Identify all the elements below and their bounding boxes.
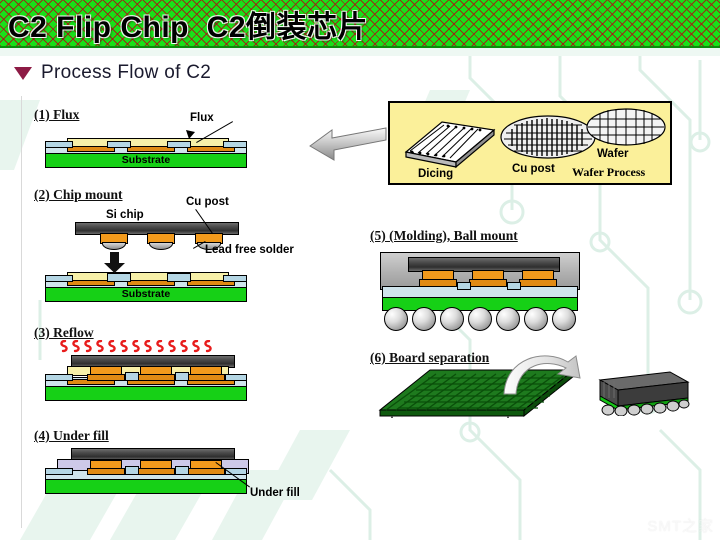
slide-title-bar: C2 Flip Chip C2倒装芯片: [0, 0, 720, 48]
step-4-joint: [137, 468, 175, 475]
step-5-label: (5) (Molding), Ball mount: [370, 228, 518, 243]
step-5-joint: [519, 279, 557, 287]
step-1-figure: Substrate: [45, 138, 247, 168]
step-2-flux-layer: [67, 272, 229, 281]
step-1-pad: [107, 141, 131, 148]
step-4-label: (4) Under fill: [34, 428, 109, 443]
step-5-solder-ball: [552, 307, 576, 331]
step-1-arrowhead: [186, 130, 195, 139]
step-2-annotation-cu-post: Cu post: [186, 196, 229, 208]
step-2-label: (2) Chip mount: [34, 187, 123, 202]
step-5-solder-ball: [496, 307, 520, 331]
step-4-pad: [45, 468, 73, 475]
wafer-process-item-dicing: Dicing: [418, 168, 454, 180]
step-6-transfer-arrow-icon: [503, 355, 581, 395]
step-5-pad: [507, 282, 521, 290]
step-2-pad: [107, 273, 131, 282]
step-1-flux-layer: [67, 138, 229, 147]
step-1-annotation-flux: Flux: [190, 112, 214, 124]
step-4-annotation-under-fill: Under fill: [250, 487, 300, 499]
wafer-process-item-wafer: Wafer: [597, 148, 629, 160]
step-2-substrate-figure: Substrate: [45, 272, 247, 302]
step-5-figure: [380, 252, 580, 331]
step-6-singulated-package: [598, 371, 690, 416]
slide-title-english: C2 Flip Chip: [8, 11, 189, 44]
step-1-substrate: Substrate: [45, 152, 247, 168]
step-5-solder-resist: [382, 286, 578, 298]
step-3-joint: [137, 374, 175, 381]
step-3-figure: [45, 355, 247, 401]
step-1-pad: [45, 141, 73, 148]
step-4-joint: [187, 468, 225, 475]
step-3-joint: [87, 374, 125, 381]
step-5-solder-ball: [440, 307, 464, 331]
step-4-pad: [175, 466, 189, 475]
step-3-pad: [175, 372, 189, 381]
step-3-pad: [45, 374, 73, 381]
step-2-lead-free-solder: [102, 242, 126, 250]
step-5-joint: [419, 279, 457, 287]
step-1-pad: [223, 141, 247, 148]
wafer-process-item-cu-post: Cu post: [512, 163, 555, 175]
section-heading-label: Process Flow of C2: [41, 62, 212, 83]
step-3-label: (3) Reflow: [34, 325, 94, 340]
step-2-pad: [45, 275, 73, 282]
slide-title-chinese: C2倒装芯片: [206, 11, 369, 44]
wafer-to-flux-arrow-icon: [309, 127, 387, 161]
wafer-icon: [586, 108, 666, 146]
step-2-down-arrow-icon: [104, 252, 125, 273]
wafer-process-box-title: Wafer Process: [572, 165, 646, 179]
step-4-substrate: [45, 478, 247, 494]
step-6-label: (6) Board separation: [370, 350, 490, 365]
step-4-figure: [45, 448, 255, 494]
step-3-pad: [125, 372, 139, 381]
step-3-heat-marks: [60, 340, 212, 353]
step-2-annotation-si-chip: Si chip: [106, 209, 144, 221]
step-5-solder-ball: [384, 307, 408, 331]
watermark: SMT之家: [647, 518, 714, 535]
step-4-joint: [87, 468, 125, 475]
step-2-pad: [223, 275, 247, 282]
step-1-label: (1) Flux: [34, 107, 80, 122]
step-1-substrate-label: Substrate: [121, 154, 171, 166]
left-divider: [21, 96, 22, 528]
step-5-pad: [457, 282, 471, 290]
step-2-pad: [167, 273, 191, 282]
slide-canvas: C2 Flip Chip C2倒装芯片 Process Flow of C2 (…: [0, 0, 720, 540]
step-2-lead-free-solder: [149, 242, 173, 250]
slide-title: C2 Flip Chip C2倒装芯片: [8, 2, 368, 46]
step-5-joint: [469, 279, 507, 287]
step-2-substrate: Substrate: [45, 286, 247, 302]
step-2-annotation-lead-free-solder: Lead free solder: [205, 244, 294, 256]
step-3-joint: [187, 374, 225, 381]
step-1-pad: [167, 141, 191, 148]
step-4-pad: [125, 466, 139, 475]
section-heading: Process Flow of C2: [14, 62, 211, 84]
triangle-down-icon: [14, 66, 32, 80]
step-5-solder-ball: [468, 307, 492, 331]
step-5-solder-ball: [524, 307, 548, 331]
cu-post-wafer-icon: [500, 115, 596, 159]
step-5-solder-ball: [412, 307, 436, 331]
step-3-pad: [225, 374, 247, 381]
step-2-substrate-label: Substrate: [121, 288, 171, 300]
dicing-icon: [404, 121, 496, 169]
step-3-substrate: [45, 385, 247, 401]
